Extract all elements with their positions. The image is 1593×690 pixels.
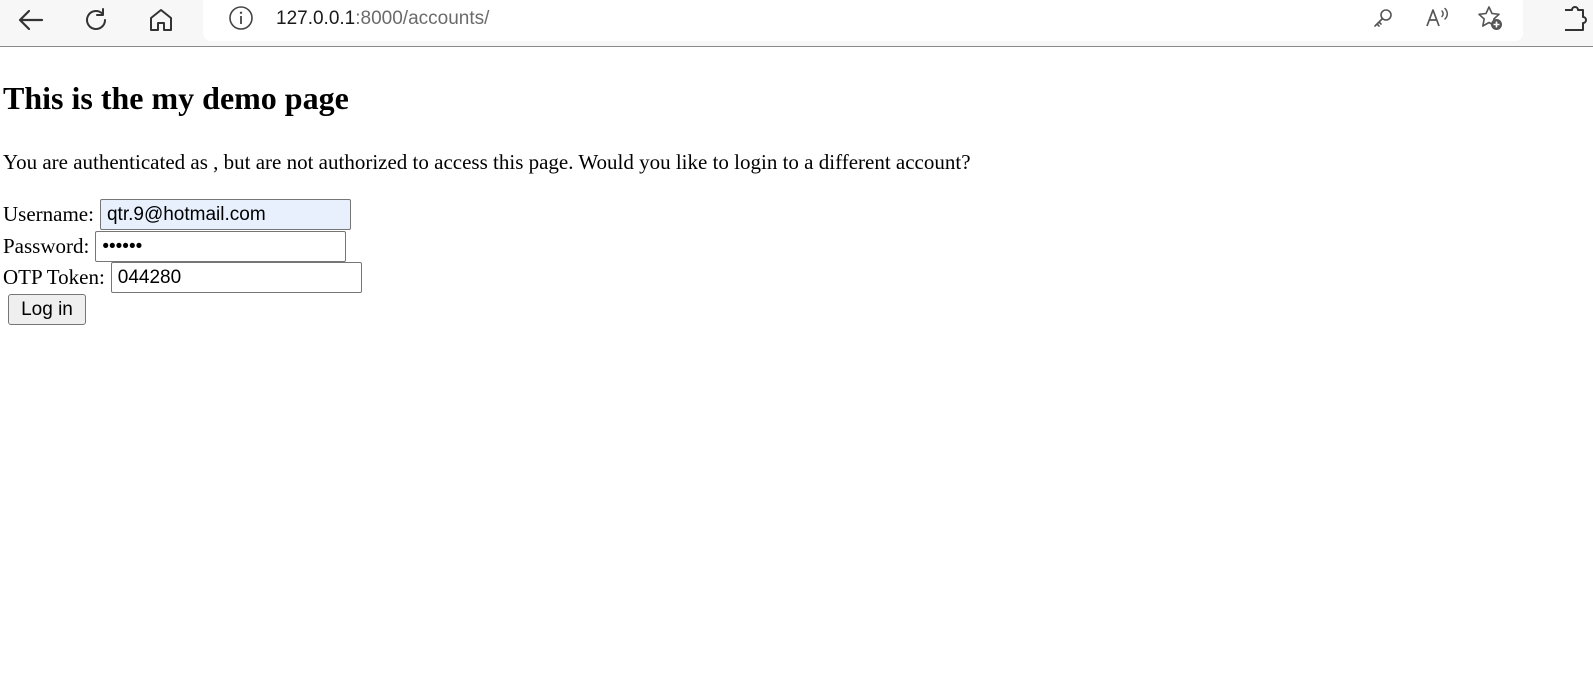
username-row: Username: [3,199,351,230]
otp-label: OTP Token: [3,265,105,289]
key-icon [1371,6,1395,35]
back-button[interactable] [13,2,49,38]
read-aloud-icon [1424,5,1450,36]
browser-toolbar: 127.0.0.1:8000/accounts/ [0,0,1593,47]
home-button[interactable] [143,2,179,38]
refresh-icon [82,6,110,34]
add-favorite-button[interactable] [1475,5,1505,35]
log-in-button[interactable]: Log in [8,294,86,325]
password-input[interactable] [95,231,347,262]
url-text[interactable]: 127.0.0.1:8000/accounts/ [276,8,489,30]
back-arrow-icon [17,6,45,34]
site-info-button[interactable] [227,5,255,36]
add-favorite-icon [1476,4,1504,37]
extensions-icon [1553,6,1593,36]
home-icon [148,7,174,33]
password-row: Password: [3,231,347,262]
username-input[interactable] [99,199,351,230]
url-host: 127.0.0.1 [276,8,356,29]
not-authorized-message: You are authenticated as , but are not a… [3,150,971,174]
username-label: Username: [3,202,94,226]
refresh-button[interactable] [78,2,114,38]
extensions-button[interactable] [1553,4,1593,36]
address-bar[interactable]: 127.0.0.1:8000/accounts/ [203,0,1523,41]
otp-token-input[interactable] [110,262,362,293]
password-key-button[interactable] [1368,5,1398,35]
otp-row: OTP Token: [3,262,362,293]
page-title: This is the my demo page [3,80,349,116]
read-aloud-button[interactable] [1422,5,1452,35]
url-path: :8000/accounts/ [355,8,490,29]
info-icon [228,5,254,36]
password-label: Password: [3,234,90,258]
